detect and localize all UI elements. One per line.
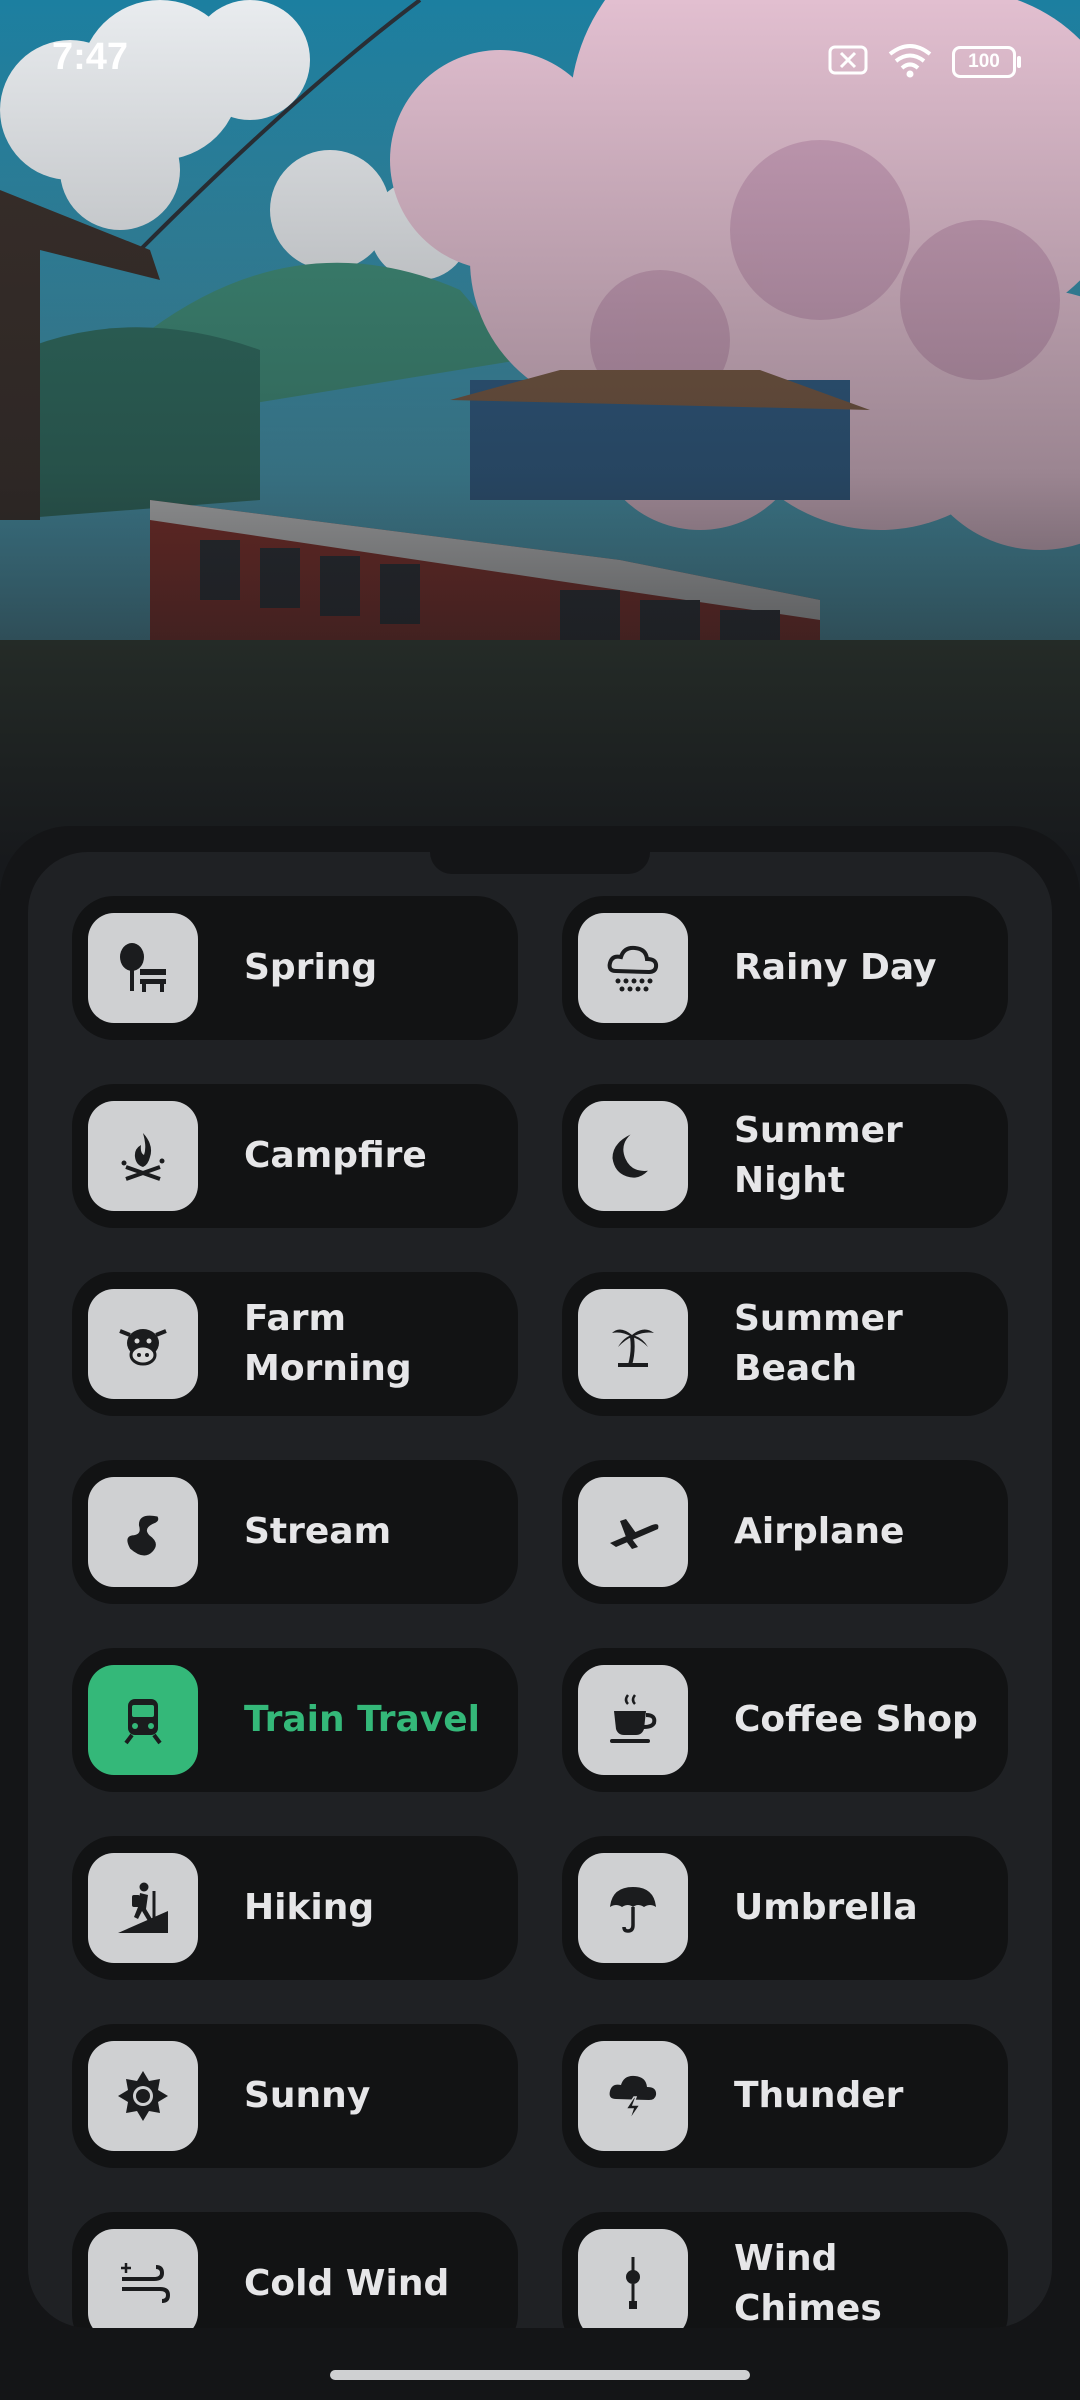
sound-label: Coffee Shop	[734, 1699, 978, 1740]
umbrella-icon	[578, 1853, 688, 1963]
sound-label: Summer Night	[734, 1110, 903, 1201]
sound-label: Cold Wind	[244, 2263, 450, 2304]
sound-label: Sunny	[244, 2075, 371, 2116]
sun-icon	[88, 2041, 198, 2151]
sound-card-coffee-shop[interactable]: Coffee Shop	[562, 1648, 1008, 1792]
sound-card-airplane[interactable]: Airplane	[562, 1460, 1008, 1604]
home-indicator[interactable]	[330, 2370, 750, 2380]
sound-label: Spring	[244, 947, 378, 988]
wifi-icon	[886, 42, 934, 82]
moon-icon	[578, 1101, 688, 1211]
sound-label: Hiking	[244, 1887, 375, 1928]
sound-label: Airplane	[734, 1511, 905, 1552]
status-bar: 7:47 100	[0, 0, 1080, 120]
sheet-handle[interactable]	[430, 852, 650, 874]
sound-card-stream[interactable]: Stream	[72, 1460, 518, 1604]
hiker-icon	[88, 1853, 198, 1963]
sound-card-campfire[interactable]: Campfire	[72, 1084, 518, 1228]
thunder-cloud-icon	[578, 2041, 688, 2151]
sound-label: Campfire	[244, 1135, 427, 1176]
sound-label: Wind Chimes	[734, 2238, 882, 2328]
sim-x-icon	[828, 45, 868, 79]
sound-card-cold-wind[interactable]: Cold Wind	[72, 2212, 518, 2328]
app-screen: 7:47 100 Spring Rainy Day Campfire Summe…	[0, 0, 1080, 2400]
sound-label: Farm Morning	[244, 1298, 412, 1389]
sound-grid-sheet[interactable]: Spring Rainy Day Campfire Summer Night F…	[28, 852, 1052, 2328]
coffee-cup-icon	[578, 1665, 688, 1775]
sound-card-sunny[interactable]: Sunny	[72, 2024, 518, 2168]
sound-card-thunder[interactable]: Thunder	[562, 2024, 1008, 2168]
sound-label: Summer Beach	[734, 1298, 903, 1389]
sound-label: Thunder	[734, 2075, 904, 2116]
sound-card-spring[interactable]: Spring	[72, 896, 518, 1040]
airplane-icon	[578, 1477, 688, 1587]
wind-chimes-icon	[578, 2229, 688, 2328]
sound-label: Rainy Day	[734, 947, 937, 988]
campfire-icon	[88, 1101, 198, 1211]
sound-card-hiking[interactable]: Hiking	[72, 1836, 518, 1980]
sound-card-train-travel[interactable]: Train Travel	[72, 1648, 518, 1792]
sound-card-rainy-day[interactable]: Rainy Day	[562, 896, 1008, 1040]
sound-label: Umbrella	[734, 1887, 918, 1928]
train-icon	[88, 1665, 198, 1775]
battery-icon: 100	[952, 46, 1021, 78]
cow-icon	[88, 1289, 198, 1399]
hero-illustration	[0, 0, 1080, 860]
park-bench-icon	[88, 913, 198, 1023]
sound-card-farm-morning[interactable]: Farm Morning	[72, 1272, 518, 1416]
sound-label: Stream	[244, 1511, 392, 1552]
status-time: 7:47	[52, 36, 129, 78]
sound-card-wind-chimes[interactable]: Wind Chimes	[562, 2212, 1008, 2328]
sound-card-summer-night[interactable]: Summer Night	[562, 1084, 1008, 1228]
sound-card-umbrella[interactable]: Umbrella	[562, 1836, 1008, 1980]
sound-label: Train Travel	[244, 1699, 481, 1740]
wind-icon	[88, 2229, 198, 2328]
palm-tree-icon	[578, 1289, 688, 1399]
sound-card-summer-beach[interactable]: Summer Beach	[562, 1272, 1008, 1416]
sound-grid: Spring Rainy Day Campfire Summer Night F…	[72, 896, 1008, 2328]
stream-icon	[88, 1477, 198, 1587]
status-icons: 100	[828, 42, 1021, 82]
rain-cloud-icon	[578, 913, 688, 1023]
